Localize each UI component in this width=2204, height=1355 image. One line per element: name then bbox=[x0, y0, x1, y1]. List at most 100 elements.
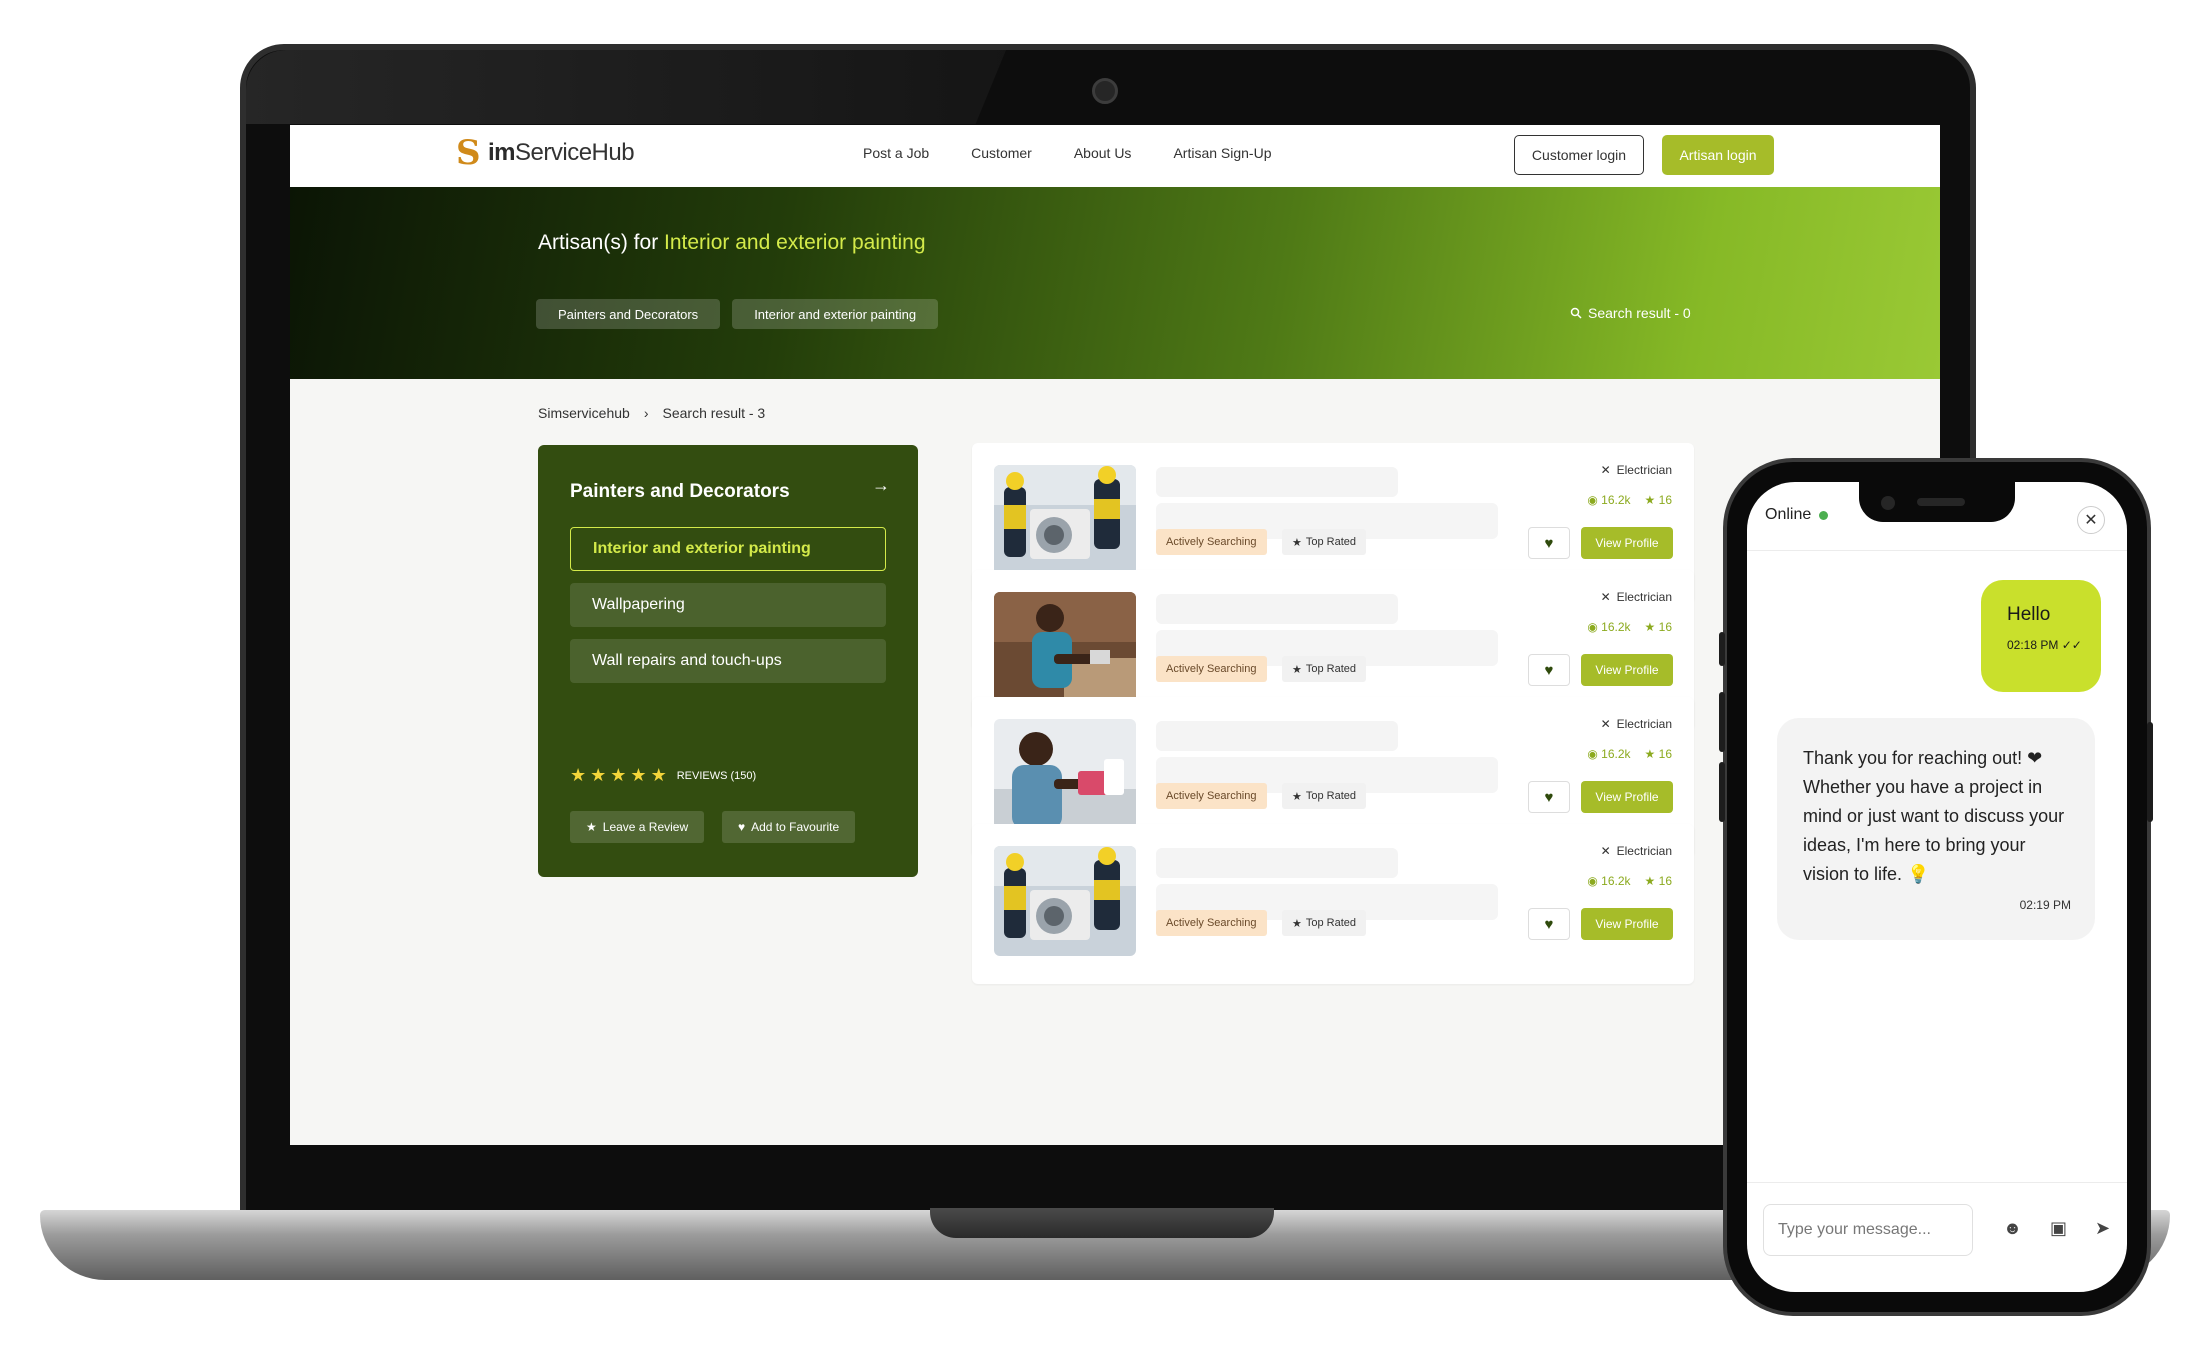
tools-icon: ✕ bbox=[1600, 717, 1611, 731]
read-checkmark-icon: ✓✓ bbox=[2061, 638, 2082, 652]
artisan-photo bbox=[994, 719, 1136, 829]
artisan-role: ✕ Electrician bbox=[1600, 463, 1672, 477]
star-icon: ★ bbox=[1644, 747, 1656, 761]
hero-banner: Artisan(s) for Interior and exterior pai… bbox=[290, 187, 1940, 379]
chat-message-incoming: Thank you for reaching out! ❤ Whether yo… bbox=[1777, 718, 2095, 940]
composer-divider bbox=[1747, 1182, 2127, 1183]
online-status: Online bbox=[1765, 506, 1829, 524]
top-rated-badge: ★ Top Rated bbox=[1282, 910, 1367, 936]
reviews-count: REVIEWS (150) bbox=[676, 769, 757, 782]
top-navigation: S imServiceHub Post a Job Customer About… bbox=[290, 125, 1940, 187]
page-title: Artisan(s) for Interior and exterior pai… bbox=[538, 231, 926, 254]
phone-notch bbox=[1859, 482, 2015, 522]
image-icon[interactable]: ▣ bbox=[2050, 1218, 2067, 1239]
favourite-button[interactable]: ♥ bbox=[1528, 527, 1570, 559]
webcam bbox=[1092, 78, 1118, 104]
send-icon[interactable]: ➤ bbox=[2095, 1218, 2110, 1239]
star-icon: ★ bbox=[1292, 536, 1302, 549]
eye-icon: ◉ bbox=[1587, 747, 1598, 761]
message-time: 02:19 PM bbox=[2019, 898, 2071, 912]
star-icon: ★ bbox=[630, 765, 647, 785]
tools-icon: ✕ bbox=[1600, 463, 1611, 477]
chip-interior-exterior[interactable]: Interior and exterior painting bbox=[732, 299, 939, 329]
heart-icon: ♥ bbox=[1544, 534, 1554, 552]
message-text: Hello bbox=[2007, 604, 2051, 625]
subcategory-wall-repairs[interactable]: Wall repairs and touch-ups bbox=[570, 639, 886, 683]
heart-icon: ♥ bbox=[1544, 661, 1554, 679]
category-chips: Painters and Decorators Interior and ext… bbox=[536, 299, 939, 329]
breadcrumb-home[interactable]: Simservicehub bbox=[538, 405, 630, 421]
artisan-login-button[interactable]: Artisan login bbox=[1662, 135, 1774, 175]
close-icon[interactable]: ✕ bbox=[2077, 506, 2105, 534]
logo-text: imServiceHub bbox=[488, 139, 635, 166]
nav-link-customer[interactable]: Customer bbox=[971, 145, 1032, 161]
artisan-photo bbox=[994, 846, 1136, 956]
favourite-button[interactable]: ♥ bbox=[1528, 654, 1570, 686]
nav-link-post-a-job[interactable]: Post a Job bbox=[863, 145, 929, 161]
actively-searching-badge: Actively Searching bbox=[1156, 529, 1267, 555]
front-camera bbox=[1881, 496, 1895, 510]
artisan-photo bbox=[994, 465, 1136, 575]
category-panel: Painters and Decorators → Interior and e… bbox=[538, 445, 918, 877]
composer-actions: ☻ ▣ ➤ bbox=[2003, 1218, 2110, 1239]
name-placeholder bbox=[1156, 467, 1398, 497]
chat-screen: Online ✕ Hello 02:18 PM ✓✓ Thank you for… bbox=[1747, 482, 2127, 1292]
star-icon: ★ bbox=[590, 765, 607, 785]
artisan-stats: ◉ 16.2k ★ 16 bbox=[1587, 620, 1672, 634]
laptop-screen: S imServiceHub Post a Job Customer About… bbox=[290, 125, 1940, 1145]
breadcrumb: Simservicehub › Search result - 3 bbox=[538, 405, 765, 421]
subcategory-wallpapering[interactable]: Wallpapering bbox=[570, 583, 886, 627]
star-icon: ★ bbox=[1644, 620, 1656, 634]
subcategory-interior-exterior[interactable]: Interior and exterior painting bbox=[570, 527, 886, 571]
view-profile-button[interactable]: View Profile bbox=[1581, 654, 1673, 686]
eye-icon: ◉ bbox=[1587, 620, 1598, 634]
view-profile-button[interactable]: View Profile bbox=[1581, 781, 1673, 813]
star-icon: ★ bbox=[610, 765, 627, 785]
add-favourite-button[interactable]: ♥ Add to Favourite bbox=[722, 811, 856, 843]
star-icon: ★ bbox=[586, 820, 597, 834]
customer-login-button[interactable]: Customer login bbox=[1514, 135, 1644, 175]
artisan-stats: ◉ 16.2k ★ 16 bbox=[1587, 493, 1672, 507]
star-icon: ★ bbox=[1292, 663, 1302, 676]
actively-searching-badge: Actively Searching bbox=[1156, 783, 1267, 809]
emoji-icon[interactable]: ☻ bbox=[2003, 1218, 2022, 1239]
chip-painters-decorators[interactable]: Painters and Decorators bbox=[536, 299, 721, 329]
phone-mute-switch bbox=[1719, 632, 1725, 666]
message-input[interactable]: Type your message... bbox=[1763, 1204, 1973, 1256]
laptop-base-notch bbox=[930, 1208, 1274, 1238]
name-placeholder bbox=[1156, 848, 1398, 878]
artisan-role: ✕ Electrician bbox=[1600, 717, 1672, 731]
phone-volume-down bbox=[1719, 762, 1725, 822]
arrow-right-icon[interactable]: → bbox=[872, 475, 890, 496]
top-rated-badge: ★ Top Rated bbox=[1282, 656, 1367, 682]
nav-link-artisan-signup[interactable]: Artisan Sign-Up bbox=[1173, 145, 1271, 161]
search-icon bbox=[1570, 307, 1582, 319]
message-time: 02:18 PM ✓✓ bbox=[2007, 638, 2082, 652]
nav-links: Post a Job Customer About Us Artisan Sig… bbox=[863, 145, 1271, 161]
favourite-button[interactable]: ♥ bbox=[1528, 908, 1570, 940]
top-rated-badge: ★ Top Rated bbox=[1282, 783, 1367, 809]
logo[interactable]: S imServiceHub bbox=[456, 133, 635, 173]
view-profile-button[interactable]: View Profile bbox=[1581, 527, 1673, 559]
phone-volume-up bbox=[1719, 692, 1725, 752]
leave-review-button[interactable]: ★ Leave a Review bbox=[570, 811, 705, 843]
chat-message-outgoing: Hello 02:18 PM ✓✓ bbox=[1981, 580, 2101, 692]
star-icon: ★ bbox=[1292, 917, 1302, 930]
eye-icon: ◉ bbox=[1587, 874, 1598, 888]
online-dot-icon bbox=[1819, 510, 1829, 520]
star-icon: ★ bbox=[570, 765, 587, 785]
tools-icon: ✕ bbox=[1600, 844, 1611, 858]
artisan-card: Actively Searching ★ Top Rated ✕ Electrici… bbox=[972, 824, 1694, 984]
favourite-button[interactable]: ♥ bbox=[1528, 781, 1570, 813]
name-placeholder bbox=[1156, 594, 1398, 624]
view-profile-button[interactable]: View Profile bbox=[1581, 908, 1673, 940]
breadcrumb-separator: › bbox=[643, 405, 649, 421]
artisan-stats: ◉ 16.2k ★ 16 bbox=[1587, 874, 1672, 888]
artisan-photo bbox=[994, 592, 1136, 702]
logo-mark: S bbox=[456, 133, 481, 173]
star-icon: ★ bbox=[1292, 790, 1302, 803]
actively-searching-badge: Actively Searching bbox=[1156, 910, 1267, 936]
breadcrumb-current: Search result - 3 bbox=[662, 405, 766, 421]
nav-link-about-us[interactable]: About Us bbox=[1074, 145, 1132, 161]
artisan-role: ✕ Electrician bbox=[1600, 590, 1672, 604]
